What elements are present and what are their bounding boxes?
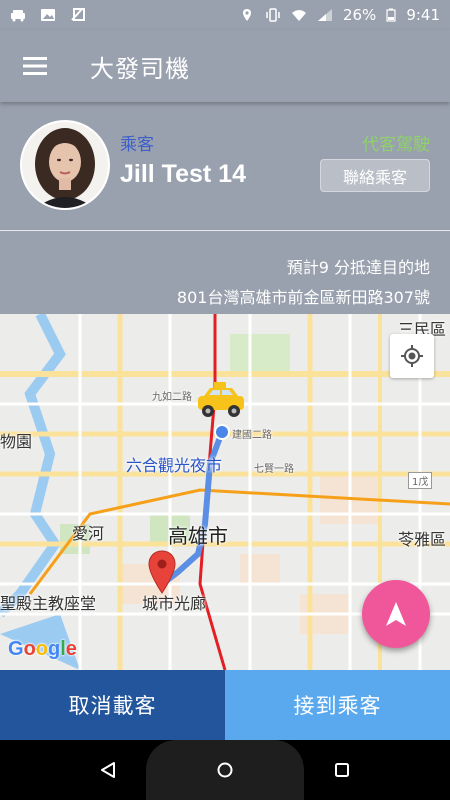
map-label-aihe: 愛河	[72, 524, 105, 543]
service-type-label: 代客駕駛	[362, 135, 430, 155]
passenger-name: Jill Test 14	[120, 160, 246, 188]
passenger-photo	[22, 122, 108, 208]
panel-divider	[0, 230, 450, 231]
cancel-ride-button[interactable]: 取消載客	[0, 670, 225, 740]
recents-button[interactable]	[330, 758, 354, 782]
passenger-role-label: 乘客	[120, 135, 154, 155]
app-toolbar: 大發司機	[0, 30, 450, 102]
home-icon	[217, 762, 233, 778]
map-label-lingya: 苓雅區	[398, 530, 447, 549]
hamburger-menu-icon	[23, 57, 47, 75]
gps-target-icon	[401, 345, 423, 367]
signal-icon	[317, 9, 332, 21]
start-navigation-button[interactable]	[362, 580, 430, 648]
home-button[interactable]	[213, 758, 237, 782]
destination-pin-icon	[148, 550, 176, 594]
passenger-avatar	[20, 120, 110, 210]
map-label-jianguo: 建國二路	[232, 430, 272, 441]
image-icon	[41, 9, 55, 21]
eta-text: 預計9 分抵達目的地	[286, 258, 430, 277]
location-icon	[242, 9, 251, 21]
vibrate-icon	[266, 8, 280, 22]
google-logo: Google	[8, 638, 77, 660]
back-button[interactable]	[96, 758, 120, 782]
menu-button[interactable]	[0, 30, 72, 102]
pickup-passenger-button[interactable]: 接到乘客	[225, 670, 450, 740]
map-view[interactable]: 三民區 九如二路 建國二路 六合觀光夜市 七賢一路 物園 愛河 高雄市 聖殿主教…	[0, 314, 450, 670]
map-label-cathedral: 聖殿主教座堂	[0, 594, 97, 613]
back-icon	[101, 762, 115, 778]
contact-passenger-button[interactable]: 聯絡乘客	[320, 159, 430, 192]
passenger-panel: 乘客 Jill Test 14 代客駕駛 聯絡乘客 預計9 分抵達目的地 801…	[0, 102, 450, 314]
navigation-arrow-icon	[386, 602, 406, 626]
action-bar: 取消載客 接到乘客	[0, 670, 450, 740]
no-sim-icon	[71, 8, 85, 21]
map-label-zoo: 物園	[0, 432, 33, 451]
app-title: 大發司機	[90, 54, 190, 83]
battery-level: 26%	[342, 6, 377, 24]
map-label-route-1: 1戊	[408, 472, 433, 489]
map-label-jiuru: 九如二路	[152, 392, 192, 403]
map-label-qixian: 七賢一路	[254, 464, 294, 475]
screen: 26% 9:41 大發司機 乘客 Jill Test 14 代客駕駛 聯絡乘客 …	[0, 0, 450, 800]
recents-icon	[335, 763, 349, 777]
locate-me-button[interactable]	[390, 334, 434, 378]
destination-address: 801台灣高雄市前金區新田路307號	[176, 288, 430, 307]
current-location-dot	[214, 424, 230, 440]
system-navigation-bar	[0, 740, 450, 800]
clock: 9:41	[406, 6, 440, 24]
car-icon	[11, 10, 25, 22]
taxi-icon	[198, 382, 244, 417]
map-label-liuhe-night-market: 六合觀光夜市	[126, 456, 223, 475]
wifi-icon	[291, 10, 306, 21]
map-label-kaohsiung-city: 高雄市	[168, 524, 228, 548]
battery-icon	[386, 8, 396, 22]
status-bar: 26% 9:41	[0, 0, 450, 30]
